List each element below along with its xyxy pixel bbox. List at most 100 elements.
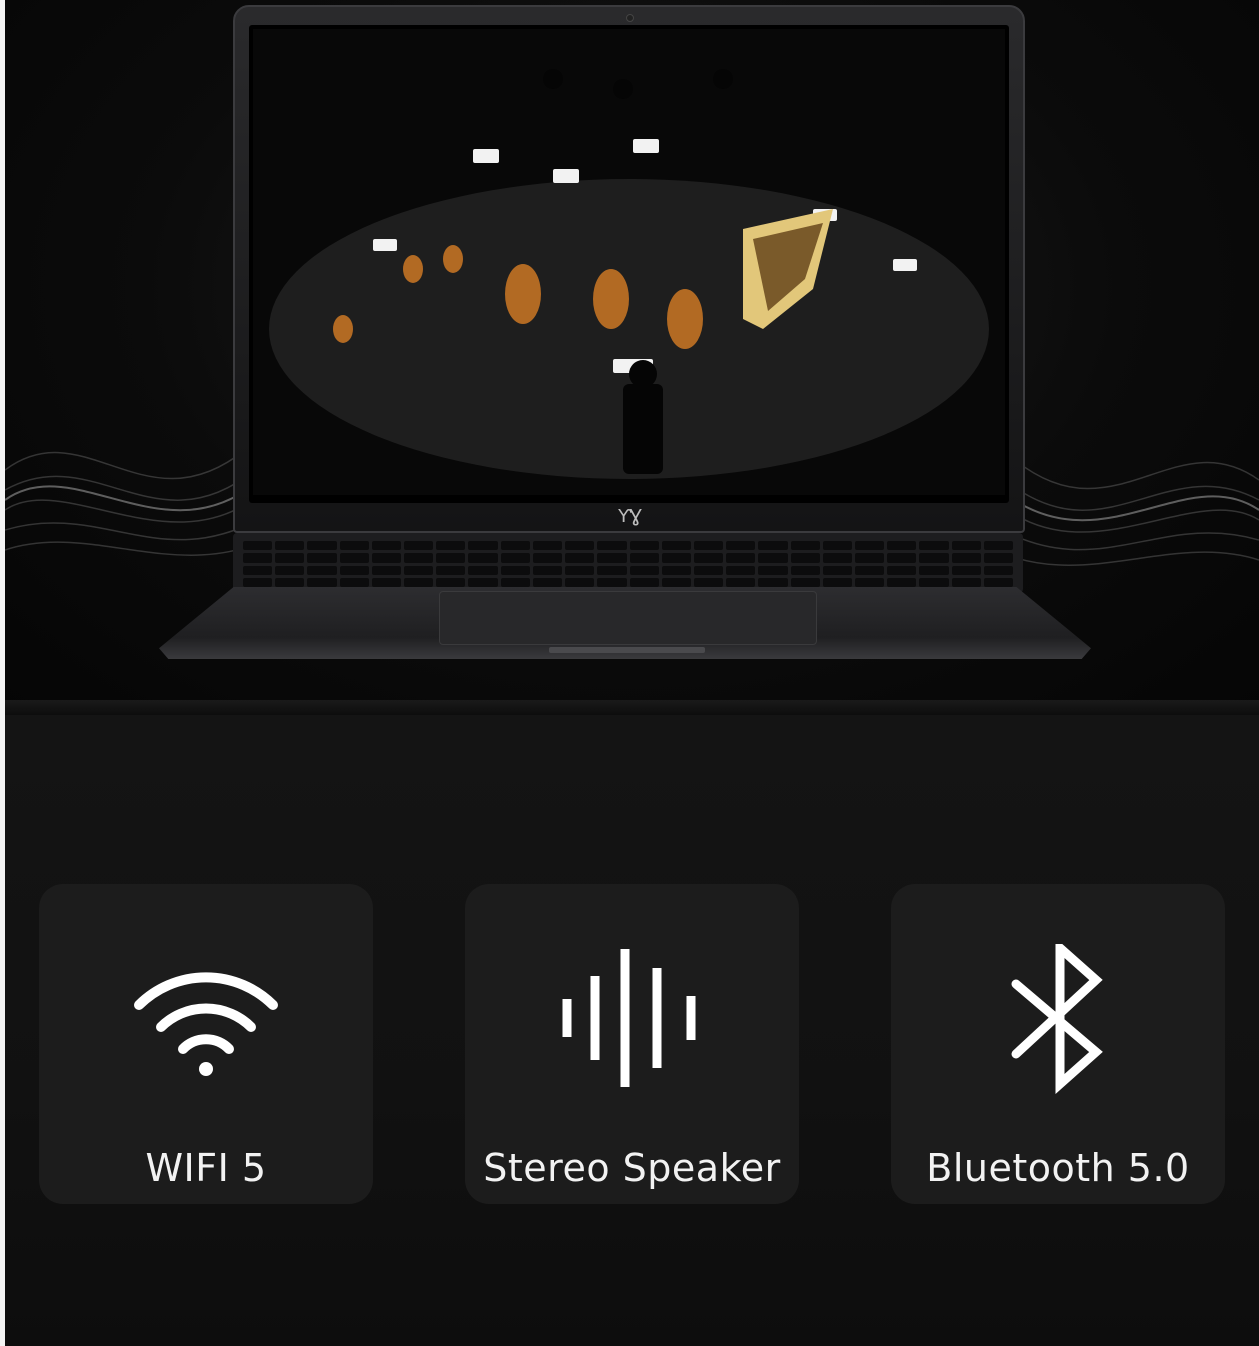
feature-card-wifi: WIFI 5 <box>39 884 373 1204</box>
keyboard-key <box>468 565 498 575</box>
keyboard-key <box>726 553 756 563</box>
keyboard-key <box>339 541 369 551</box>
keyboard-key <box>597 541 627 551</box>
keyboard-key <box>854 541 885 551</box>
keyboard-key <box>790 553 820 563</box>
keyboard-key <box>371 565 402 575</box>
keyboard-key <box>661 541 691 551</box>
keyboard-key <box>758 553 788 563</box>
keyboard-key <box>983 577 1013 587</box>
keyboard-key <box>951 577 981 587</box>
keyboard-key <box>790 577 820 587</box>
keyboard-key <box>887 553 917 563</box>
keyboard-key <box>629 565 659 575</box>
keyboard-key <box>919 541 949 551</box>
keyboard-key <box>243 565 273 575</box>
keyboard-key <box>629 541 659 551</box>
keyboard-key <box>565 553 595 563</box>
keyboard-key <box>693 577 724 587</box>
keyboard-key <box>887 565 917 575</box>
wifi-icon <box>39 944 373 1094</box>
keyboard-key <box>983 553 1013 563</box>
keyboard-key <box>822 565 852 575</box>
keyboard-key <box>307 577 337 587</box>
keyboard-key <box>693 541 724 551</box>
feature-label-bluetooth: Bluetooth 5.0 <box>926 1146 1190 1190</box>
keyboard-key <box>243 577 273 587</box>
keyboard-keys <box>243 541 1013 587</box>
keyboard-key <box>500 541 530 551</box>
keyboard-key <box>500 553 530 563</box>
keyboard-key <box>565 577 595 587</box>
keyboard-key <box>532 577 563 587</box>
keyboard-key <box>597 577 627 587</box>
keyboard-key <box>629 577 659 587</box>
keyboard-key <box>661 553 691 563</box>
keyboard-key <box>887 541 917 551</box>
touchpad <box>439 591 817 645</box>
keyboard-key <box>468 577 498 587</box>
keyboard-key <box>854 577 885 587</box>
keyboard-key <box>822 577 852 587</box>
keyboard-key <box>758 565 788 575</box>
keyboard-key <box>693 553 724 563</box>
keyboard-key <box>404 541 434 551</box>
keyboard-key <box>726 541 756 551</box>
keyboard-key <box>919 553 949 563</box>
keyboard-key <box>983 541 1013 551</box>
keyboard-key <box>951 541 981 551</box>
keyboard-key <box>404 565 434 575</box>
keyboard-key <box>693 565 724 575</box>
keyboard-key <box>500 577 530 587</box>
keyboard-key <box>436 553 466 563</box>
keyboard-key <box>275 577 305 587</box>
keyboard-key <box>597 565 627 575</box>
keyboard-key <box>404 553 434 563</box>
feature-label-stereo-speaker: Stereo Speaker <box>483 1146 781 1190</box>
feature-card-stereo-speaker: Stereo Speaker <box>465 884 799 1204</box>
keyboard-key <box>371 541 402 551</box>
keyboard-key <box>854 553 885 563</box>
keyboard-key <box>758 577 788 587</box>
keyboard-key <box>243 541 273 551</box>
keyboard-key <box>532 565 563 575</box>
keyboard-key <box>983 565 1013 575</box>
laptop-base <box>155 525 1095 665</box>
webcam <box>626 14 634 22</box>
keyboard-key <box>919 565 949 575</box>
bluetooth-icon <box>891 944 1225 1094</box>
keyboard <box>233 533 1023 593</box>
keyboard-key <box>790 541 820 551</box>
keyboard-key <box>565 565 595 575</box>
keyboard-key <box>532 541 563 551</box>
keyboard-key <box>790 565 820 575</box>
keyboard-key <box>661 565 691 575</box>
keyboard-key <box>243 553 273 563</box>
keyboard-key <box>307 553 337 563</box>
keyboard-key <box>629 553 659 563</box>
keyboard-key <box>307 565 337 575</box>
keyboard-key <box>758 541 788 551</box>
keyboard-key <box>404 577 434 587</box>
keyboard-key <box>822 541 852 551</box>
brand-logo: ƳƔ <box>618 506 642 527</box>
keyboard-key <box>339 553 369 563</box>
keyboard-key <box>339 565 369 575</box>
laptop-lid: ƳƔ <box>233 5 1025 533</box>
keyboard-key <box>500 565 530 575</box>
keyboard-key <box>597 553 627 563</box>
keyboard-key <box>919 577 949 587</box>
feature-label-wifi: WIFI 5 <box>145 1146 267 1190</box>
keyboard-key <box>468 541 498 551</box>
keyboard-key <box>661 577 691 587</box>
laptop-image: ƳƔ <box>155 5 1105 685</box>
keyboard-key <box>822 553 852 563</box>
keyboard-key <box>275 565 305 575</box>
keyboard-key <box>951 553 981 563</box>
hero-section: ƳƔ <box>5 0 1259 715</box>
keyboard-key <box>339 577 369 587</box>
keyboard-key <box>436 541 466 551</box>
sound-wave-icon <box>465 944 799 1094</box>
orchestra-photo <box>253 29 1005 495</box>
keyboard-key <box>436 577 466 587</box>
